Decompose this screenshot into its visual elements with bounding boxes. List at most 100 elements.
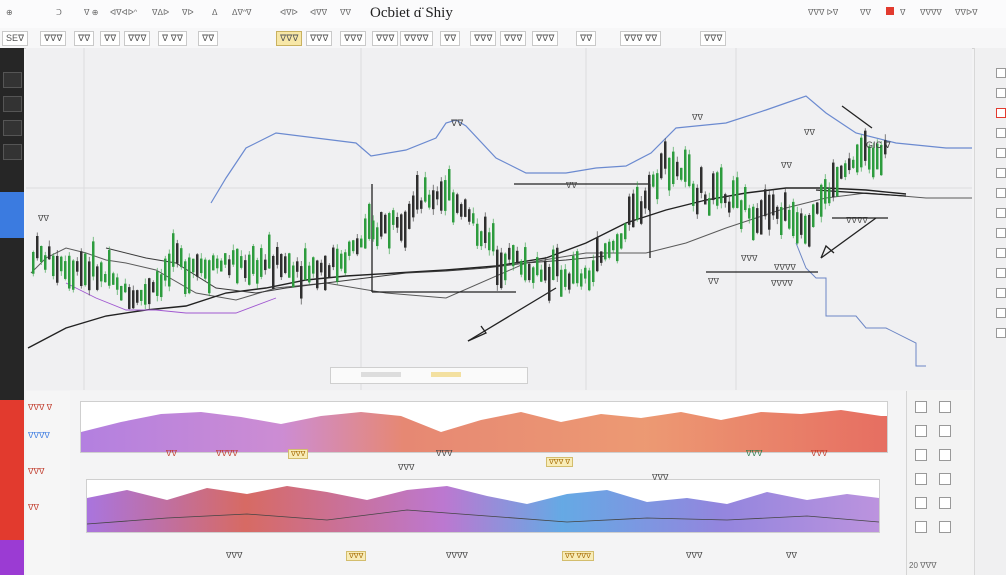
toolbar-button[interactable]: ᐁᐁᐁ (306, 31, 333, 46)
candle-body (128, 287, 131, 309)
candle-body (152, 282, 155, 293)
candle-body (532, 267, 535, 283)
toolbar-button[interactable]: ᐁᐁᐁ (700, 31, 727, 46)
price-chart-svg[interactable]: ᐁᐁ GIC ᐁ ᐁᐁ ᐁᐁ ᐁᐁ ᐁᐁ ᐁᐁ ᐁᐁᐁ ᐁᐁᐁᐁ ᐁᐁᐁᐁ ᐁᐁ… (26, 48, 972, 390)
title-bar: ⊕ ᑐ ᐁ ⊕ ᐊᐁᐊᐅᐢ ᐁᐃᐅ ᐁᐅ ᐃ ᐃᐁᐢᐁ ᐊᐁᐅ ᐊᐁᐁ ᐁᐁ O… (0, 0, 1006, 29)
candle-body (220, 260, 223, 272)
sidebar-active-blue[interactable] (0, 192, 24, 238)
candlesticks[interactable] (32, 128, 887, 310)
tool-icon[interactable] (915, 449, 927, 461)
right-sidebar-icon[interactable] (996, 208, 1006, 218)
toolbar-button[interactable]: ᐁᐁᐁ (124, 31, 151, 46)
toolbar-button[interactable]: ᐁᐁ (74, 31, 95, 46)
topbar-right-item[interactable]: ᐁᐁᐅᐁ (955, 8, 978, 17)
toolbar-button[interactable]: ᐁᐁ (100, 31, 121, 46)
candle-body (440, 181, 443, 211)
right-sidebar-icon[interactable] (996, 68, 1006, 78)
toolbar-button[interactable]: SEᐁ (2, 31, 29, 46)
tool-icon[interactable] (915, 497, 927, 509)
topbar-item[interactable]: ᐊᐁᐅ (280, 8, 298, 17)
topbar-right-item[interactable]: ᐁ (900, 8, 905, 17)
tool-icon[interactable] (939, 425, 951, 437)
toolbar-button[interactable]: ᐁᐁ (198, 31, 219, 46)
right-sidebar-icon[interactable] (996, 288, 1006, 298)
candle-body (624, 223, 627, 240)
toolbar-button[interactable]: ᐁᐁᐁ (500, 31, 527, 46)
sidebar-red-section[interactable] (0, 400, 24, 540)
candle-body (776, 206, 779, 219)
topbar-item[interactable]: ᐁᐅ (182, 8, 194, 17)
topbar-item[interactable]: ⊕ (6, 8, 13, 17)
topbar-item[interactable]: ᐃᐁᐢᐁ (232, 8, 252, 17)
tool-icon[interactable] (939, 497, 951, 509)
indicator-panel-1[interactable] (80, 401, 888, 453)
candle-body (56, 255, 59, 283)
candle-body (724, 194, 727, 204)
toolbar-button[interactable]: ᐁᐁᐁᐁ (400, 31, 433, 46)
topbar-item[interactable]: ᐁᐃᐅ (152, 8, 169, 17)
candle-body (380, 212, 383, 237)
right-sidebar-icon[interactable] (996, 308, 1006, 318)
toolbar-button[interactable]: ᐁᐁᐁ (40, 31, 67, 46)
topbar-item[interactable]: ᐃ (212, 8, 217, 17)
toolbar-button[interactable]: ᐁᐁᐁ (340, 31, 367, 46)
candle-body (212, 255, 215, 271)
candle-body (616, 234, 619, 262)
tool-icon[interactable] (915, 401, 927, 413)
toolbar-button[interactable]: ᐁᐁ (440, 31, 461, 46)
right-sidebar-icon[interactable] (996, 188, 1006, 198)
tool-icon[interactable] (915, 425, 927, 437)
legend-label: ᐁᐁ (28, 503, 39, 512)
toolbar-button[interactable]: ᐁ ᐁᐁ (158, 31, 187, 46)
toolbar-button[interactable]: ᐁᐁᐁ (532, 31, 559, 46)
indicator-label: ᐁᐁᐁᐁ (446, 551, 468, 560)
indicator-panel-2[interactable] (86, 479, 880, 533)
toolbar-button[interactable]: ᐁᐁᐁ (470, 31, 497, 46)
topbar-item[interactable]: ᐁᐁ (340, 8, 351, 17)
toolbar-button[interactable]: ᐁᐁᐁ (372, 31, 399, 46)
right-sidebar-icon[interactable] (996, 228, 1006, 238)
tool-icon[interactable] (915, 473, 927, 485)
candle-body (272, 255, 275, 289)
topbar-right-item[interactable]: ᐁᐁᐁᐁ (920, 8, 942, 17)
toolbar-button-active[interactable]: ᐁᐁᐁ (276, 31, 303, 46)
topbar-item[interactable]: ᑐ (56, 8, 62, 17)
topbar-right-item[interactable]: ᐁᐁᐁ ᐅᐁ (808, 8, 838, 17)
candle-body (320, 262, 323, 273)
tool-icon[interactable] (915, 521, 927, 533)
sidebar-purple-section[interactable] (0, 540, 24, 575)
tool-icon[interactable] (939, 521, 951, 533)
candle-body (600, 251, 603, 263)
sidebar-tool-icon[interactable] (3, 144, 22, 160)
right-sidebar-icon[interactable] (996, 168, 1006, 178)
candle-body (588, 270, 591, 291)
sidebar-tool-icon[interactable] (3, 72, 22, 88)
topbar-item[interactable]: ᐊᐁᐊᐅᐢ (110, 8, 137, 17)
right-sidebar-icon[interactable] (996, 148, 1006, 158)
candle-body (592, 260, 595, 282)
sidebar-tool-icon[interactable] (3, 120, 22, 136)
tool-icon[interactable] (939, 473, 951, 485)
right-sidebar-icon[interactable] (996, 248, 1006, 258)
right-sidebar-icon[interactable] (996, 88, 1006, 98)
right-sidebar-icon[interactable] (996, 108, 1006, 118)
candle-body (828, 188, 831, 204)
right-sidebar-icon[interactable] (996, 128, 1006, 138)
topbar-right-item[interactable]: ᐁᐁ (860, 8, 871, 17)
candle-body (304, 248, 307, 281)
tool-icon[interactable] (939, 401, 951, 413)
right-sidebar-icon[interactable] (996, 328, 1006, 338)
candle-body (668, 157, 671, 191)
toolbar-button[interactable]: ᐁᐁ (576, 31, 597, 46)
topbar-item[interactable]: ᐁ ⊕ (84, 8, 98, 17)
candle-body (612, 240, 615, 251)
tool-icon[interactable] (939, 449, 951, 461)
chart-label-8: ᐁᐁᐁ (741, 254, 758, 263)
sidebar-tool-icon[interactable] (3, 96, 22, 112)
toolbar-button[interactable]: ᐁᐁᐁ ᐁᐁ (620, 31, 662, 46)
topbar-item[interactable]: ᐊᐁᐁ (310, 8, 327, 17)
right-sidebar-icon[interactable] (996, 268, 1006, 278)
candle-body (280, 254, 283, 278)
record-icon[interactable] (886, 7, 894, 15)
main-chart-area[interactable]: ᐁᐁ GIC ᐁ ᐁᐁ ᐁᐁ ᐁᐁ ᐁᐁ ᐁᐁ ᐁᐁᐁ ᐁᐁᐁᐁ ᐁᐁᐁᐁ ᐁᐁ… (26, 48, 972, 390)
